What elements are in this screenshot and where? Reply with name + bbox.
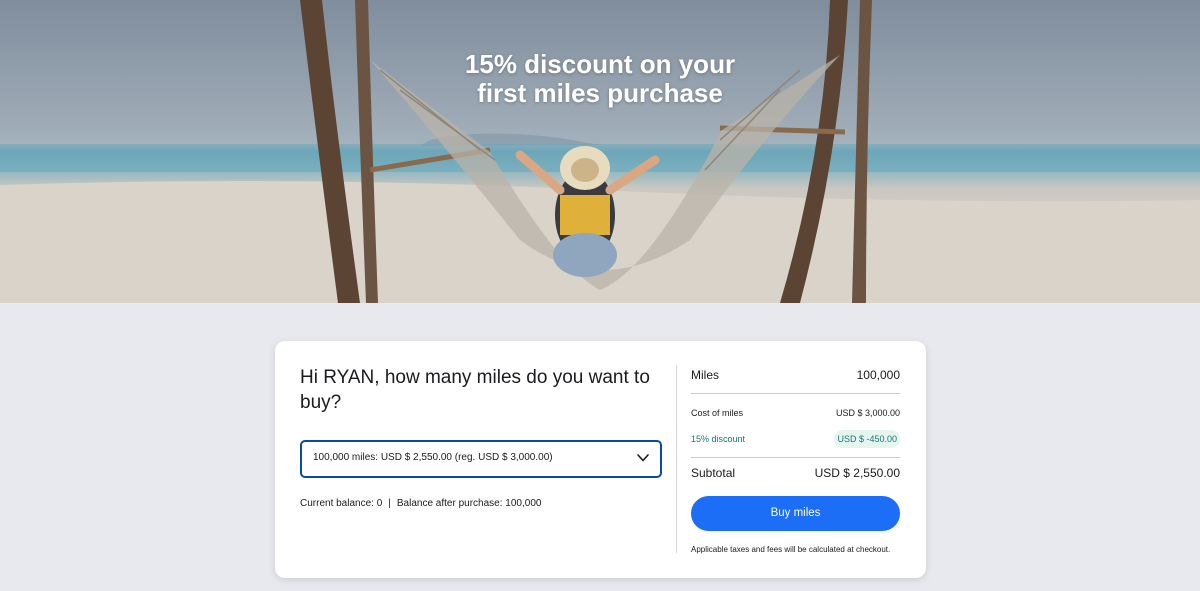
hero-image [0, 0, 1200, 303]
miles-select-value: 100,000 miles: USD $ 2,550.00 (reg. USD … [313, 452, 553, 463]
summary-row-discount: 15% discount USD $ -450.00 [691, 429, 900, 449]
balance-after-purchase: Balance after purchase: 100,000 [396, 498, 542, 509]
chevron-down-icon [637, 454, 649, 462]
balance-separator: | [388, 498, 391, 509]
discount-badge: USD $ -450.00 [834, 430, 900, 448]
purchase-card: Hi RYAN, how many miles do you want to b… [275, 341, 926, 578]
buy-miles-button[interactable]: Buy miles [691, 496, 900, 531]
miles-select[interactable]: 100,000 miles: USD $ 2,550.00 (reg. USD … [300, 440, 662, 478]
checkout-note: Applicable taxes and fees will be calcul… [691, 545, 891, 554]
vertical-divider [676, 365, 677, 553]
summary-row-subtotal: Subtotal USD $ 2,550.00 [691, 463, 900, 483]
hero-title-line1: 15% discount on your [464, 49, 736, 79]
discount-label: 15% discount [691, 434, 746, 444]
summary-divider [691, 393, 900, 394]
miles-value: 100,000 [856, 368, 900, 382]
hero-banner: 15% discount on your first miles purchas… [0, 0, 1200, 303]
summary-divider [691, 457, 900, 458]
purchase-question: Hi RYAN, how many miles do you want to b… [300, 367, 650, 413]
miles-label: Miles [691, 368, 720, 382]
summary-row-cost: Cost of miles USD $ 3,000.00 [691, 403, 900, 423]
cost-value: USD $ 3,000.00 [835, 408, 900, 418]
subtotal-label: Subtotal [691, 466, 736, 480]
subtotal-value: USD $ 2,550.00 [814, 466, 900, 480]
hero-title-line2: first miles purchase [477, 78, 723, 108]
cost-label: Cost of miles [691, 408, 744, 418]
balance-info: Current balance: 0 | Balance after purchas… [300, 498, 541, 509]
order-summary: Miles 100,000 Cost of miles USD $ 3,000.… [691, 365, 900, 554]
current-balance: Current balance: 0 [300, 498, 383, 509]
summary-row-miles: Miles 100,000 [691, 365, 900, 385]
hero-title: 15% discount on your first miles purchas… [0, 50, 1200, 108]
